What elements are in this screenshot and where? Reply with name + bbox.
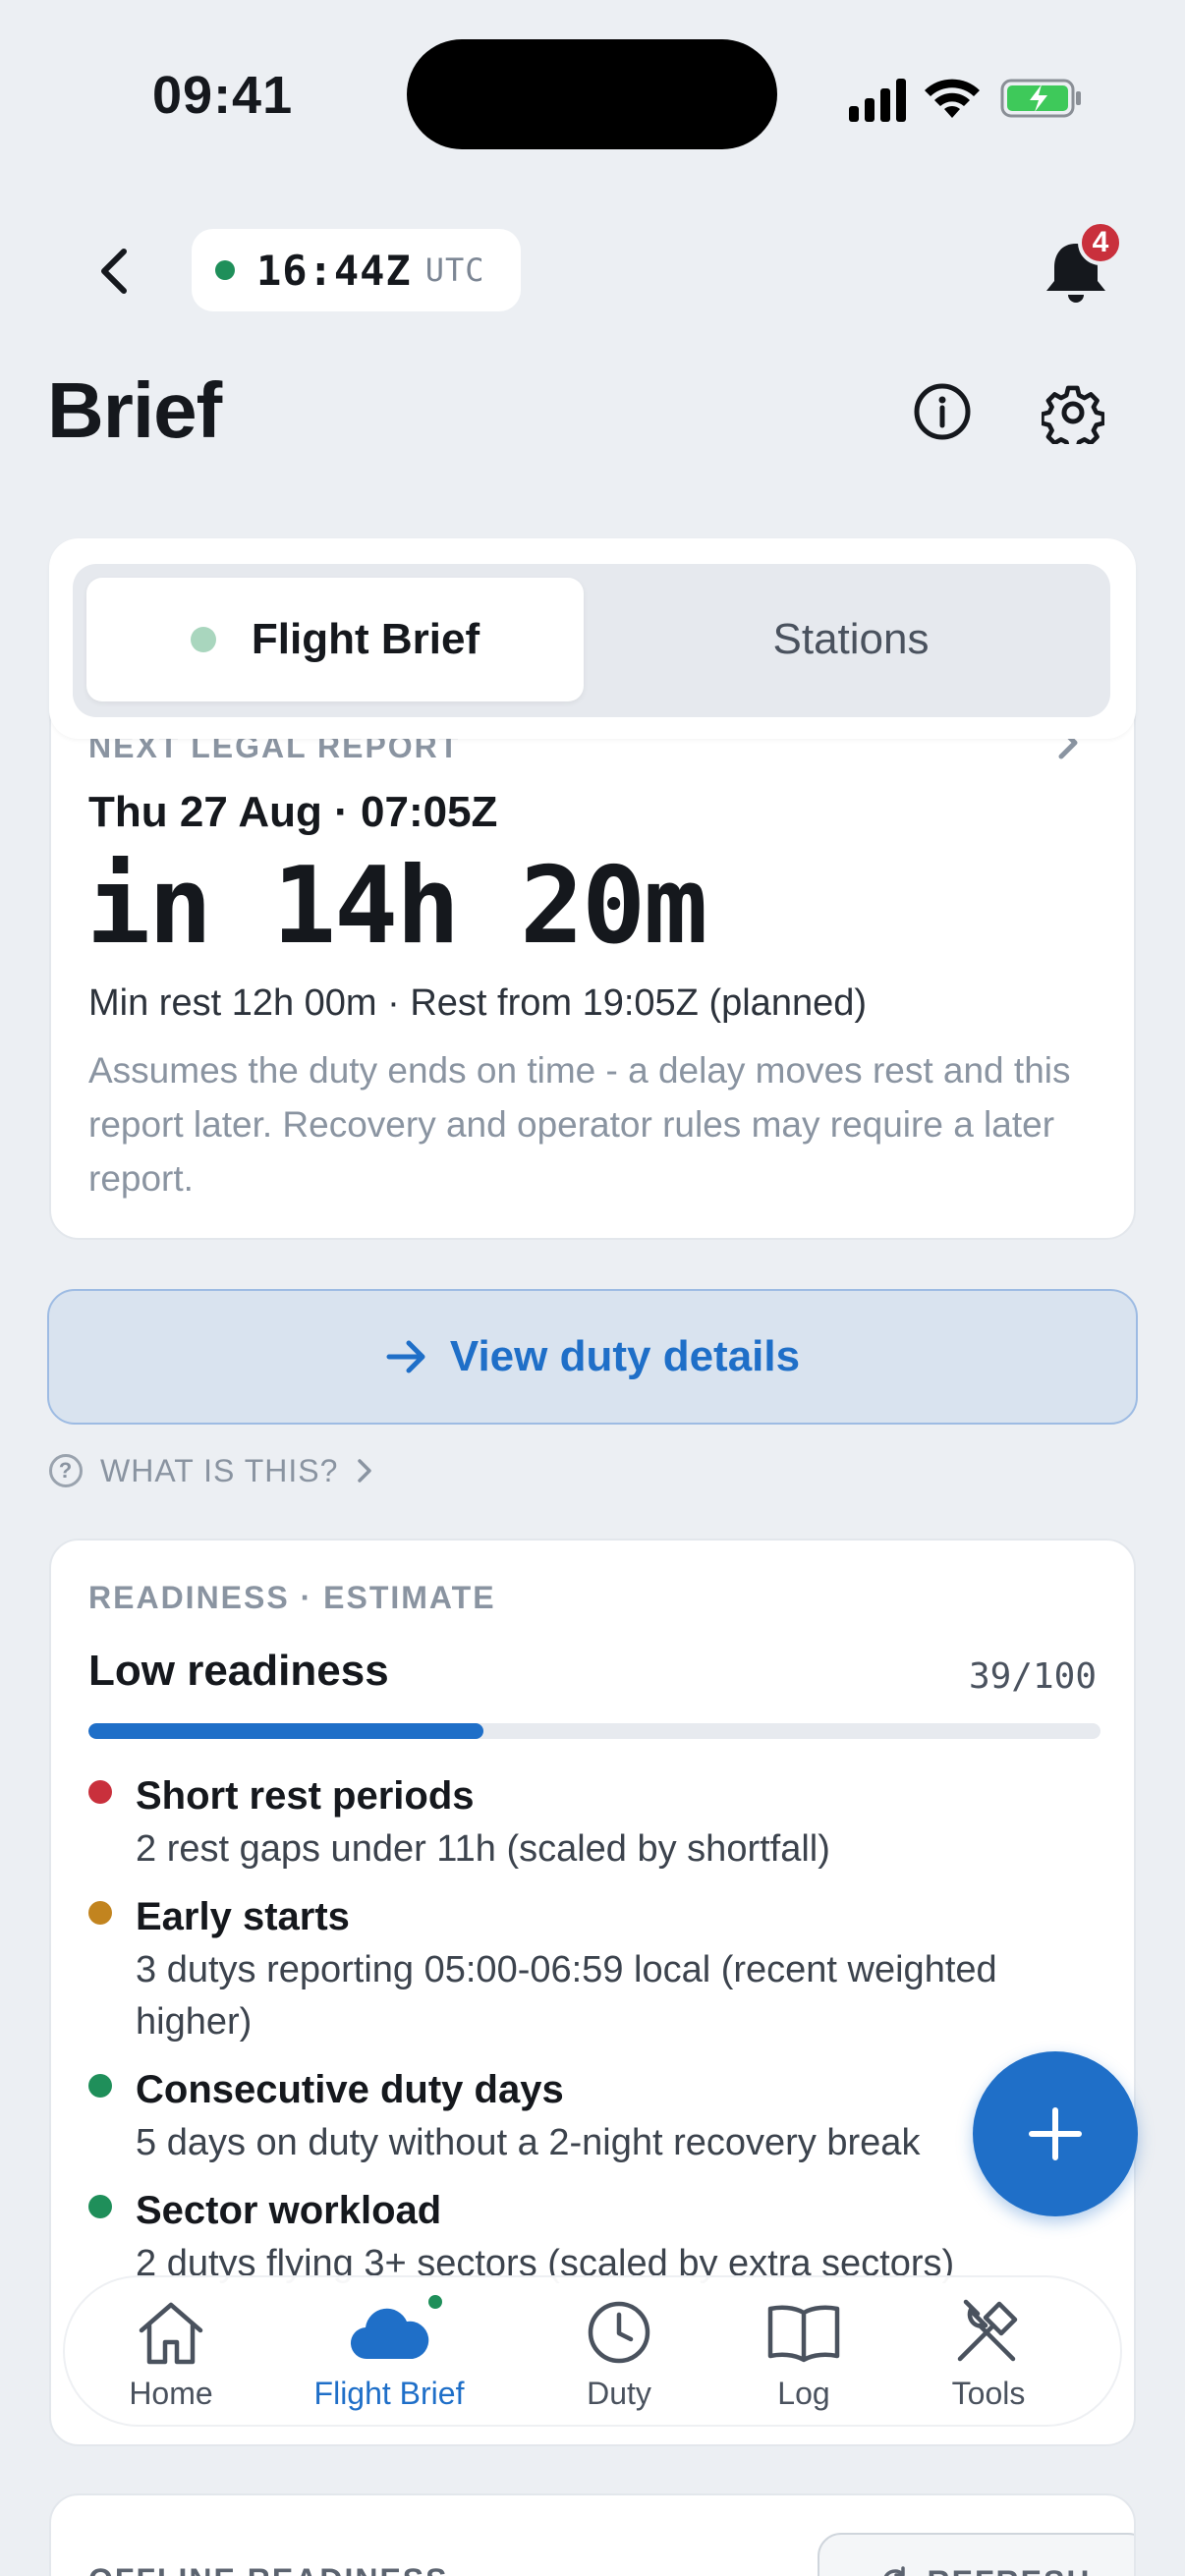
- utc-time: 16:44Z: [256, 246, 412, 295]
- refresh-button[interactable]: REFRESH: [818, 2533, 1134, 2576]
- tab-label: Flight Brief: [251, 615, 480, 663]
- arrow-right-icon: [386, 1340, 425, 1373]
- help-icon: ?: [49, 1454, 83, 1487]
- factor-status-dot: [88, 2074, 112, 2098]
- info-icon: [914, 383, 971, 440]
- tools-icon: [957, 2299, 1018, 2362]
- nav-item-tools[interactable]: Tools: [900, 2295, 1077, 2417]
- notification-badge: 4: [1078, 220, 1123, 265]
- nav-label: Tools: [951, 2376, 1026, 2411]
- readiness-factor: Consecutive duty days 5 days on duty wit…: [88, 2062, 1110, 2169]
- tab-status-dot: [190, 627, 216, 652]
- next-legal-report-card[interactable]: NEXT LEGAL REPORT Thu 27 Aug · 07:05Z in…: [49, 688, 1136, 1240]
- gear-icon: [1040, 385, 1106, 452]
- back-button[interactable]: [79, 232, 149, 310]
- utc-label: UTC: [424, 252, 485, 289]
- factor-description: 3 dutys reporting 05:00-06:59 local (rec…: [136, 1949, 997, 2043]
- add-button[interactable]: [973, 2051, 1138, 2216]
- nav-status-dot: [424, 2291, 446, 2313]
- clock-icon: [588, 2301, 650, 2364]
- readiness-factor: Early starts 3 dutys reporting 05:00-06:…: [88, 1889, 1110, 2048]
- tab-stations[interactable]: Stations: [603, 578, 1099, 701]
- refresh-icon: [883, 2566, 905, 2576]
- nav-item-duty[interactable]: Duty: [531, 2295, 707, 2417]
- report-countdown: in 14h 20m: [86, 845, 707, 968]
- cloud-icon: [350, 2308, 429, 2360]
- nav-label: Flight Brief: [313, 2376, 465, 2411]
- nav-label: Home: [129, 2376, 213, 2411]
- factor-name: Consecutive duty days: [136, 2068, 564, 2111]
- nav-label: Duty: [587, 2376, 651, 2411]
- nav-item-flight-brief[interactable]: Flight Brief: [291, 2291, 487, 2417]
- brief-segmented-control: Flight Brief Stations: [49, 538, 1136, 739]
- status-bar: 09:41: [0, 0, 1185, 196]
- report-rest-info: Min rest 12h 00m · Rest from 19:05Z (pla…: [88, 982, 868, 1024]
- readiness-factor: Sector workload 2 dutys flying 3+ sector…: [88, 2183, 1110, 2290]
- tab-label: Stations: [772, 615, 930, 663]
- battery-icon: [1000, 79, 1081, 118]
- factor-name: Short rest periods: [136, 1774, 475, 1818]
- nav-item-log[interactable]: Log: [715, 2295, 892, 2417]
- page-title: Brief: [47, 366, 222, 454]
- status-icons: [849, 79, 1081, 122]
- factor-status-dot: [88, 1901, 112, 1925]
- tab-flight-brief[interactable]: Flight Brief: [86, 578, 584, 701]
- plus-icon: [1029, 2107, 1082, 2160]
- info-button[interactable]: [912, 381, 973, 442]
- nav-label: Log: [777, 2376, 830, 2411]
- readiness-factor-list: Short rest periods 2 rest gaps under 11h…: [88, 1768, 1110, 2304]
- offline-section-label: OFFLINE READINESS: [88, 2562, 448, 2576]
- dynamic-island: [407, 39, 777, 149]
- home-icon: [139, 2302, 203, 2365]
- factor-status-dot: [88, 2195, 112, 2218]
- readiness-section-label: READINESS · ESTIMATE: [88, 1580, 496, 1615]
- readiness-factor: Short rest periods 2 rest gaps under 11h…: [88, 1768, 1110, 1876]
- report-note: Assumes the duty ends on time - a delay …: [88, 1050, 1071, 1199]
- readiness-title: Low readiness: [88, 1647, 389, 1695]
- view-duty-details-button[interactable]: View duty details: [47, 1289, 1138, 1425]
- bottom-nav: Home Flight Brief Duty Log Tools: [63, 2275, 1122, 2427]
- offline-readiness-card: OFFLINE READINESS REFRESH: [49, 2493, 1136, 2576]
- refresh-label: REFRESH: [928, 2564, 1092, 2576]
- view-duty-details-label: View duty details: [449, 1332, 801, 1380]
- wifi-icon: [925, 79, 980, 118]
- factor-name: Early starts: [136, 1895, 350, 1938]
- chevron-right-icon: [358, 1459, 372, 1483]
- utc-clock-chip[interactable]: 16:44Z UTC: [192, 229, 521, 311]
- factor-description: 2 rest gaps under 11h (scaled by shortfa…: [136, 1828, 830, 1870]
- factor-status-dot: [88, 1780, 112, 1804]
- readiness-score: 39/100: [968, 1656, 1097, 1697]
- book-icon: [767, 2305, 840, 2363]
- signal-icon: [849, 79, 906, 122]
- report-date: Thu 27 Aug · 07:05Z: [88, 788, 498, 836]
- chevron-left-icon: [101, 249, 127, 294]
- factor-name: Sector workload: [136, 2189, 442, 2232]
- live-status-dot: [215, 260, 235, 280]
- readiness-progress-bar: [88, 1723, 1100, 1739]
- what-is-this-link[interactable]: ? WHAT IS THIS?: [49, 1446, 373, 1495]
- settings-button[interactable]: [1040, 381, 1106, 452]
- segment-track: Flight Brief Stations: [73, 564, 1110, 717]
- status-time: 09:41: [152, 66, 294, 125]
- nav-item-home[interactable]: Home: [83, 2295, 259, 2417]
- readiness-progress-fill: [88, 1723, 483, 1739]
- factor-description: 5 days on duty without a 2-night recover…: [136, 2122, 921, 2163]
- what-is-this-label: WHAT IS THIS?: [100, 1452, 339, 1488]
